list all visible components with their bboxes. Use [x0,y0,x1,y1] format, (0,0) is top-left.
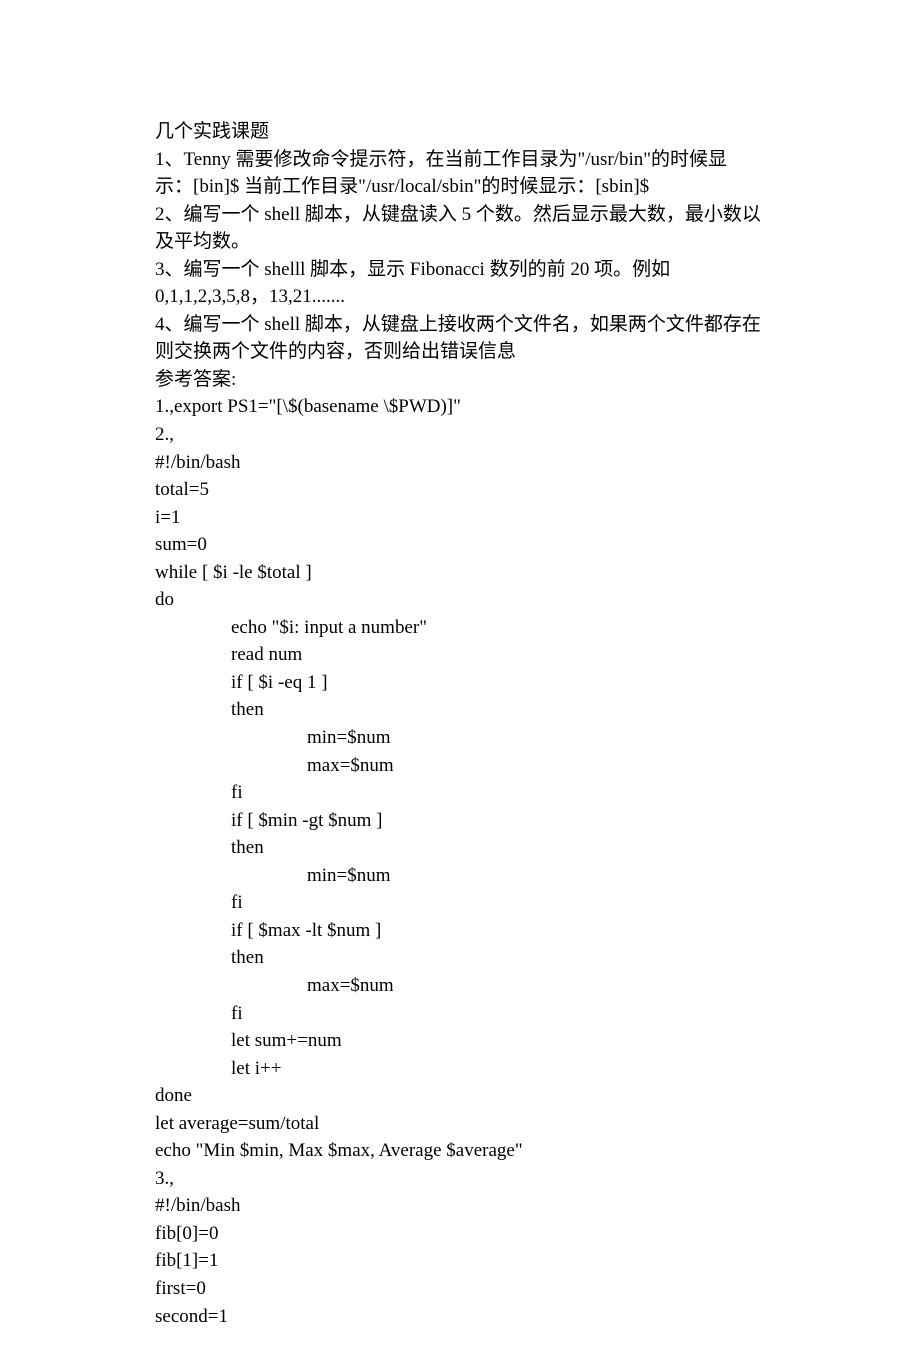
question-2: 2、编写一个 shell 脚本，从键盘读入 5 个数。然后显示最大数，最小数以及… [155,201,765,256]
document-page: 几个实践课题 1、Tenny 需要修改命令提示符，在当前工作目录为"/usr/b… [0,0,920,1370]
question-3: 3、编写一个 shelll 脚本，显示 Fibonacci 数列的前 20 项。… [155,256,765,311]
answers-label: 参考答案: [155,366,765,394]
section-heading: 几个实践课题 [155,118,765,146]
answer-3-code: #!/bin/bash fib[0]=0 fib[1]=1 first=0 se… [155,1192,765,1330]
answer-2-code: #!/bin/bash total=5 i=1 sum=0 while [ $i… [155,449,765,1165]
answer-3-label: 3., [155,1165,765,1193]
question-1: 1、Tenny 需要修改命令提示符，在当前工作目录为"/usr/bin"的时候显… [155,146,765,201]
question-4: 4、编写一个 shell 脚本，从键盘上接收两个文件名，如果两个文件都存在则交换… [155,311,765,366]
answer-2-label: 2., [155,421,765,449]
answer-1: 1.,export PS1="[\$(basename \$PWD)]" [155,393,765,421]
